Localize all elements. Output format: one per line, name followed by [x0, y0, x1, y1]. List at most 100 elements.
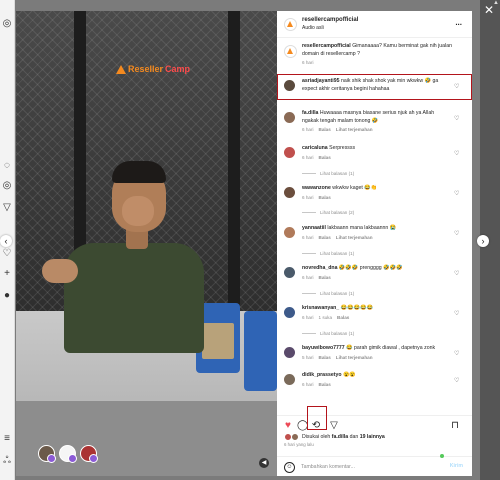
view-replies-button[interactable]: Lihat balasan (1) — [302, 331, 354, 336]
reply-button[interactable]: Balas — [319, 195, 331, 200]
tagged-avatar[interactable] — [38, 445, 56, 463]
profile-icon[interactable]: ● — [1, 290, 13, 302]
comment-username[interactable]: novredha_dna — [302, 265, 337, 271]
comment-content: 😂😂😂😂😂 — [340, 305, 373, 311]
avatar[interactable] — [284, 267, 295, 278]
menu-icon[interactable]: ≡ — [1, 433, 13, 445]
reply-button[interactable]: Balas — [319, 155, 331, 160]
create-icon[interactable]: + — [1, 268, 13, 280]
messenger-icon[interactable]: ◌ — [1, 160, 13, 172]
view-replies-label[interactable]: Lihat balasan (1) — [320, 291, 354, 296]
liker-username[interactable]: fa.dilla — [332, 434, 348, 440]
comment-time: 6 hari — [302, 274, 314, 280]
avatar[interactable] — [284, 347, 295, 358]
video-person-shirt — [64, 243, 204, 353]
tagged-avatar[interactable] — [80, 445, 98, 463]
post-username[interactable]: resellercampofficial — [302, 17, 358, 23]
view-replies-label[interactable]: Lihat balasan (1) — [320, 331, 354, 336]
reel-video[interactable]: Reseller Camp — [16, 11, 277, 476]
heart-icon[interactable]: ♡ — [1, 248, 13, 260]
like-comment-icon[interactable]: ♡ — [454, 378, 460, 384]
comment-username[interactable]: didik_prassetyo — [302, 372, 342, 378]
like-comment-icon[interactable]: ♡ — [454, 311, 460, 317]
comment-content: 🤣🤣🤣 prengggg 🤣🤣🤣 — [338, 265, 403, 271]
comment-content: Serpressss — [329, 145, 356, 151]
see-translation-button[interactable]: Lihat terjemahan — [336, 355, 373, 360]
view-replies-label[interactable]: Lihat balasan (2) — [320, 210, 354, 215]
avatar[interactable] — [284, 147, 295, 158]
avatar[interactable] — [284, 112, 295, 123]
logo-text-camp: Camp — [165, 64, 191, 74]
logo-text-reseller: Reseller — [128, 64, 164, 74]
view-replies-button[interactable]: Lihat balasan (1) — [302, 251, 354, 256]
like-comment-icon[interactable]: ♡ — [454, 116, 460, 122]
comment-text: resellercampofficial Gimanaaaa? Kamu ber… — [302, 43, 452, 58]
tagged-avatars[interactable] — [38, 445, 98, 463]
comment-username[interactable]: caricaluna — [302, 145, 328, 151]
instagram-icon[interactable]: ◎ — [1, 18, 13, 30]
comment-icon[interactable]: ◯ — [297, 421, 308, 431]
divider — [302, 253, 316, 254]
comment-username[interactable]: wawanzone — [302, 185, 331, 191]
view-replies-label[interactable]: Lihat balasan (1) — [320, 251, 354, 256]
scroll-up-icon[interactable]: ▲ — [493, 0, 499, 8]
audio-label[interactable]: Audio asli — [302, 25, 324, 31]
divider — [302, 293, 316, 294]
avatar[interactable] — [284, 374, 295, 385]
view-replies-button[interactable]: Lihat balasan (1) — [302, 291, 354, 296]
comment-content: 😮😮 — [342, 372, 356, 378]
reply-button[interactable]: Balas — [319, 275, 331, 280]
like-heart-icon[interactable]: ♥ — [283, 421, 293, 431]
like-comment-icon[interactable]: ♡ — [454, 351, 460, 357]
send-icon[interactable]: ▽ — [1, 202, 13, 214]
avatar[interactable] — [284, 18, 297, 31]
explore-icon[interactable]: ◎ — [1, 180, 13, 192]
comment-likes[interactable]: 1 suka — [319, 315, 333, 320]
video-pillar — [228, 11, 240, 341]
reply-button[interactable]: Balas — [337, 315, 349, 320]
likes-count[interactable]: 19 lainnya — [360, 434, 385, 440]
video-person-hand — [42, 259, 78, 283]
comment-username[interactable]: fa.dilla — [302, 110, 318, 116]
comment-text: wawanzone wkwkw kaget 😂👏 — [302, 185, 452, 193]
avatar[interactable] — [284, 307, 295, 318]
threads-icon[interactable]: ஃ — [1, 455, 13, 467]
reply-button[interactable]: Balas — [319, 382, 331, 387]
prev-post-button[interactable]: ‹ — [0, 235, 12, 247]
view-replies-button[interactable]: Lihat balasan (2) — [302, 210, 354, 215]
share-icon[interactable]: ▽ — [329, 421, 339, 431]
view-replies-label[interactable]: Lihat balasan (1) — [320, 171, 354, 176]
post-time: 6 hari yang lalu — [284, 442, 314, 447]
comment-username[interactable]: yannaatiil — [302, 225, 326, 231]
view-replies-button[interactable]: Lihat balasan (1) — [302, 171, 354, 176]
avatar[interactable] — [284, 187, 295, 198]
like-comment-icon[interactable]: ♡ — [454, 231, 460, 237]
comment-content: 😂 parah gimik diawal , dapetnya zonk — [346, 345, 436, 351]
likes-summary[interactable]: Disukai oleh fa.dilla dan 19 lainnya — [284, 433, 385, 441]
comment-username[interactable]: krisnawanyan_ — [302, 305, 339, 311]
save-bookmark-icon[interactable]: ⊓ — [450, 421, 460, 431]
emoji-icon[interactable]: ☺ — [284, 462, 295, 473]
video-person-hand — [122, 196, 154, 226]
mute-icon[interactable]: ◀ — [259, 458, 269, 468]
like-comment-icon[interactable]: ♡ — [454, 191, 460, 197]
see-translation-button[interactable]: Lihat terjemahan — [336, 235, 373, 240]
reply-button[interactable]: Balas — [319, 235, 331, 240]
see-translation-button[interactable]: Lihat terjemahan — [336, 127, 373, 132]
comment-username[interactable]: resellercampofficial — [302, 43, 351, 49]
comment-username[interactable]: bayuwibowo7777 — [302, 345, 345, 351]
comment-input[interactable] — [299, 460, 433, 474]
avatar[interactable] — [284, 45, 297, 58]
post-comment-button[interactable]: Kirim — [450, 463, 463, 469]
more-options-button[interactable]: ... — [455, 18, 462, 27]
avatar[interactable] — [284, 227, 295, 238]
reply-button[interactable]: Balas — [319, 355, 331, 360]
next-post-button[interactable]: › — [477, 235, 489, 247]
tag-badge-icon — [68, 454, 77, 463]
reseller-camp-logo-icon — [116, 64, 126, 74]
tagged-avatar[interactable] — [59, 445, 77, 463]
highlight-box — [307, 406, 327, 430]
reply-button[interactable]: Balas — [319, 127, 331, 132]
like-comment-icon[interactable]: ♡ — [454, 271, 460, 277]
like-comment-icon[interactable]: ♡ — [454, 151, 460, 157]
